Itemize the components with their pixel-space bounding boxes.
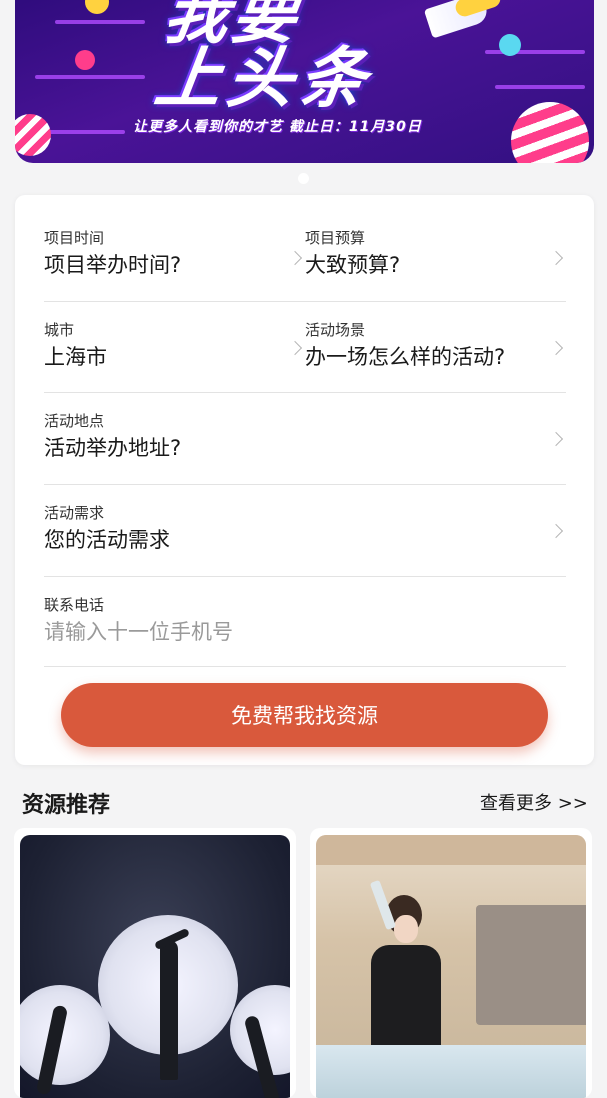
chevron-right-icon bbox=[548, 250, 564, 266]
field-label: 项目预算 bbox=[305, 229, 366, 247]
field-value: 活动举办地址? bbox=[44, 436, 182, 460]
dance-performance-photo bbox=[20, 835, 290, 1098]
field-label: 项目时间 bbox=[44, 229, 105, 247]
field-location-content: 活动地点 活动举办地址? bbox=[44, 412, 181, 461]
chevron-right-icon bbox=[548, 431, 564, 447]
field-project-time[interactable]: 项目时间 项目举办时间? bbox=[44, 229, 181, 278]
field-value: 项目举办时间? bbox=[44, 253, 182, 277]
field-value: 您的活动需求 bbox=[44, 528, 170, 552]
field-label: 活动地点 bbox=[44, 412, 105, 430]
phone-label: 联系电话 bbox=[44, 596, 105, 614]
decor-ball bbox=[75, 50, 95, 70]
field-requirements[interactable]: 活动需求 您的活动需求 bbox=[44, 484, 566, 577]
field-budget[interactable]: 项目预算 大致预算? bbox=[305, 229, 400, 278]
field-phone-content: 联系电话 请输入十一位手机号 bbox=[44, 596, 233, 645]
see-more-link[interactable]: 查看更多 >> bbox=[480, 789, 588, 815]
banner-stripe bbox=[55, 20, 145, 24]
banner-stripe bbox=[495, 85, 585, 89]
field-scene[interactable]: 活动场景 办一场怎么样的活动? bbox=[305, 321, 505, 370]
chevron-right-icon bbox=[548, 523, 564, 539]
field-location[interactable]: 活动地点 活动举办地址? bbox=[44, 392, 566, 485]
resource-card[interactable] bbox=[310, 828, 592, 1098]
field-requirements-content: 活动需求 您的活动需求 bbox=[44, 504, 170, 553]
field-label: 城市 bbox=[44, 321, 75, 339]
spotlight bbox=[20, 985, 110, 1085]
decor-ball bbox=[511, 102, 589, 163]
field-phone: 联系电话 请输入十一位手机号 bbox=[44, 576, 566, 667]
bartender-performance-photo bbox=[316, 835, 586, 1098]
banner-stripe bbox=[35, 75, 145, 79]
request-form: 项目时间 项目举办时间? 项目预算 大致预算? 城市 上海市 活动场景 办一场怎… bbox=[15, 195, 594, 765]
banner-stripe bbox=[45, 130, 125, 134]
decor-ball bbox=[15, 114, 51, 156]
dancer-silhouette bbox=[160, 940, 178, 1080]
banner-title: 我要 上头条 bbox=[150, 0, 385, 117]
machine bbox=[476, 905, 586, 1025]
resource-card[interactable] bbox=[14, 828, 296, 1098]
field-value: 大致预算? bbox=[305, 253, 401, 277]
chevron-right-icon bbox=[287, 340, 303, 356]
person-face bbox=[394, 915, 418, 943]
section-title: 资源推荐 bbox=[22, 793, 111, 818]
decor-ball bbox=[499, 34, 521, 56]
bar-counter bbox=[316, 1045, 586, 1098]
promo-banner[interactable]: 我要 上头条 让更多人看到你的才艺 截止日：11月30日 bbox=[15, 0, 594, 163]
banner-tagline: 让更多人看到你的才艺 截止日：11月30日 bbox=[133, 119, 422, 135]
decor-ball bbox=[85, 0, 109, 14]
submit-button[interactable]: 免费帮我找资源 bbox=[61, 683, 548, 747]
banner-title-line2: 上头条 bbox=[150, 40, 378, 117]
field-label: 活动需求 bbox=[44, 504, 105, 522]
carousel-indicator[interactable] bbox=[298, 173, 309, 184]
field-value: 上海市 bbox=[44, 345, 107, 369]
phone-input[interactable]: 请输入十一位手机号 bbox=[44, 619, 233, 645]
field-value: 办一场怎么样的活动? bbox=[305, 345, 506, 369]
form-row: 城市 上海市 活动场景 办一场怎么样的活动? bbox=[44, 301, 566, 393]
chevron-right-icon bbox=[287, 250, 303, 266]
ceiling bbox=[316, 835, 586, 865]
chevron-right-icon bbox=[548, 340, 564, 356]
field-city[interactable]: 城市 上海市 bbox=[44, 321, 107, 370]
form-row: 项目时间 项目举办时间? 项目预算 大致预算? bbox=[44, 223, 566, 302]
field-label: 活动场景 bbox=[305, 321, 366, 339]
